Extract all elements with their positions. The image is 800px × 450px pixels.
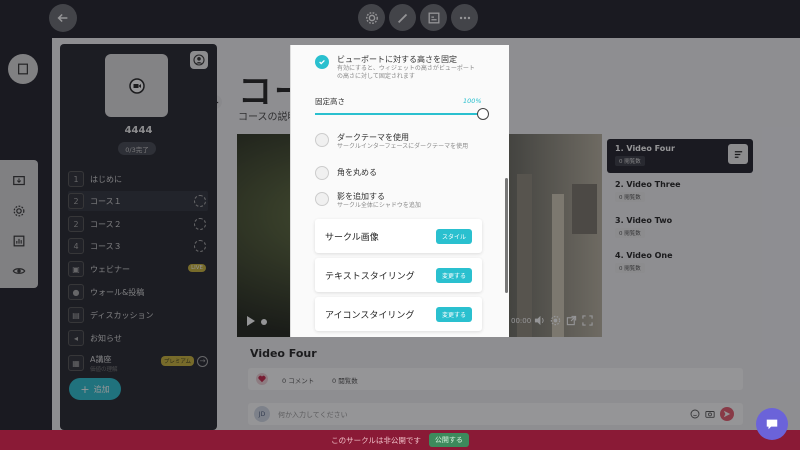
option-description: サークルインターフェースにダークテーマを使用 [337, 143, 469, 150]
private-notice-text: このサークルは非公開です [331, 435, 421, 445]
rounded-corners-radio[interactable] [315, 166, 329, 180]
check-icon[interactable] [315, 55, 329, 69]
height-slider-track[interactable] [315, 113, 485, 115]
height-slider-fill [315, 113, 485, 115]
card-label: アイコンスタイリング [325, 310, 415, 321]
text-styling-card: テキストスタイリング 変更する [315, 258, 482, 292]
card-label: サークル画像 [325, 232, 379, 243]
private-notice-bar: このサークルは非公開です 公開する [0, 430, 800, 450]
option-title: ダークテーマを使用 [337, 133, 409, 142]
option-description: 有効にすると、ウィジェットの高さがビューポート [337, 65, 475, 72]
card-label: テキストスタイリング [325, 271, 415, 282]
rounded-corners-option[interactable]: 角を丸める [315, 166, 377, 180]
shadow-option[interactable]: 影を追加する サークル全体にシャドウを追加 [315, 192, 421, 210]
circle-image-card: サークル画像 スタイル [315, 219, 482, 253]
chat-bubble-icon [766, 419, 778, 430]
option-title: 影を追加する [337, 192, 385, 201]
option-description: サークル全体にシャドウを追加 [337, 202, 421, 209]
option-description: の高さに対して固定されます [337, 73, 415, 80]
dark-theme-option[interactable]: ダークテーマを使用 サークルインターフェースにダークテーマを使用 [315, 133, 468, 151]
shadow-radio[interactable] [315, 192, 329, 206]
height-label: 固定高さ [315, 97, 345, 106]
fixed-height-option[interactable]: ビューポートに対する高さを固定 有効にすると、ウィジェットの高さがビューポート … [315, 55, 475, 81]
icon-styling-card: アイコンスタイリング 変更する [315, 297, 482, 331]
option-title: 角を丸める [337, 168, 377, 177]
option-title: ビューポートに対する高さを固定 [337, 55, 457, 64]
change-icon-button[interactable]: 変更する [435, 306, 472, 322]
change-text-button[interactable]: 変更する [435, 267, 472, 283]
publish-button[interactable]: 公開する [428, 433, 469, 447]
style-button[interactable]: スタイル [435, 228, 472, 244]
scrollbar-thumb[interactable] [505, 178, 508, 293]
chat-button[interactable] [756, 408, 788, 440]
height-slider-handle[interactable] [477, 108, 489, 120]
height-value: 100% [463, 97, 482, 105]
settings-panel: ビューポートに対する高さを固定 有効にすると、ウィジェットの高さがビューポート … [290, 45, 509, 337]
dark-theme-radio[interactable] [315, 133, 329, 147]
